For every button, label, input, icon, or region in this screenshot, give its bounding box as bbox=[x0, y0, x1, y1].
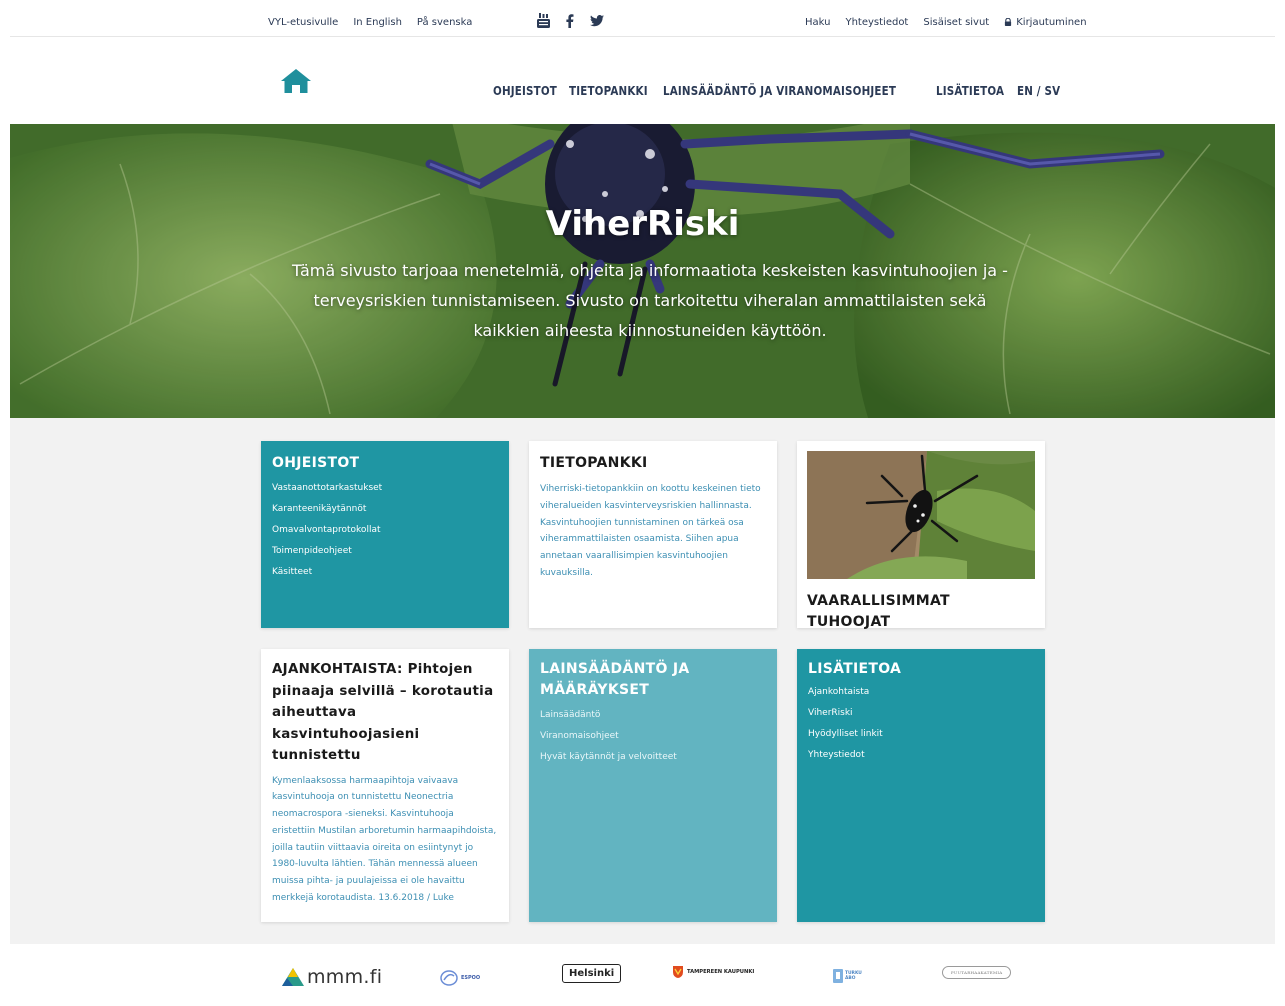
logo-espoo[interactable]: ESPOO bbox=[440, 970, 480, 986]
link-pa-svenska[interactable]: På svenska bbox=[417, 17, 472, 28]
lainsaadanto-link-list: Lainsäädäntö Viranomaisohjeet Hyvät käyt… bbox=[540, 705, 766, 768]
site-header: OHJEISTOT TIETOPANKKI LAINSÄÄDÄNTÖ JA VI… bbox=[10, 38, 1275, 124]
card-tietopankki[interactable]: TIETOPANKKI Viherriski-tietopankkiin on … bbox=[529, 441, 777, 628]
lisatietoa-link[interactable]: Yhteystiedot bbox=[808, 745, 1034, 766]
news-text: Kymenlaaksossa harmaapihtoja vaivaava ka… bbox=[272, 775, 497, 904]
card-ajankohtaista[interactable]: AJANKOHTAISTA: Pihtojen piinaaja selvill… bbox=[261, 649, 509, 922]
tampere-crest-icon bbox=[673, 966, 683, 978]
link-contact[interactable]: Yhteystiedot bbox=[845, 17, 908, 28]
home-icon[interactable] bbox=[278, 66, 314, 96]
logo-turku[interactable]: TURKU ÅBO bbox=[833, 969, 863, 983]
main-navigation: OHJEISTOT TIETOPANKKI LAINSÄÄDÄNTÖ JA VI… bbox=[493, 84, 1060, 98]
facebook-icon[interactable] bbox=[566, 13, 574, 32]
card-lisatietoa-title[interactable]: LISÄTIETOA bbox=[808, 659, 1034, 680]
login-link[interactable]: Kirjautuminen bbox=[1004, 17, 1087, 28]
card-ohjeistot-title[interactable]: OHJEISTOT bbox=[272, 453, 498, 474]
lisatietoa-link[interactable]: Hyödylliset linkit bbox=[808, 724, 1034, 745]
utility-links: Haku Yhteystiedot Sisäiset sivut Kirjaut… bbox=[805, 17, 1087, 28]
tietopankki-description: Viherriski-tietopankkiin on koottu keske… bbox=[540, 484, 761, 578]
card-tietopankki-title[interactable]: TIETOPANKKI bbox=[540, 453, 766, 474]
card-tuhoojat-title[interactable]: VAARALLISIMMAT TUHOOJAT bbox=[807, 591, 1035, 633]
ohjeistot-link-list: Vastaanottotarkastukset Karanteenikäytän… bbox=[272, 478, 498, 583]
ohjeistot-link[interactable]: Omavalvontaprotokollat bbox=[272, 520, 498, 541]
link-search[interactable]: Haku bbox=[805, 17, 830, 28]
youtube-icon[interactable] bbox=[537, 13, 550, 32]
helsinki-logo-text: Helsinki bbox=[562, 964, 622, 983]
nav-ohjeistot[interactable]: OHJEISTOT bbox=[493, 84, 557, 98]
logo-mmm[interactable]: mmm.fi bbox=[282, 966, 382, 988]
login-label: Kirjautuminen bbox=[1016, 17, 1087, 28]
social-links bbox=[537, 13, 604, 32]
turku-logo-text: TURKU ÅBO bbox=[845, 971, 862, 981]
tampere-logo-text: TAMPEREEN KAUPUNKI bbox=[687, 969, 755, 975]
ohjeistot-link[interactable]: Toimenpideohjeet bbox=[272, 541, 498, 562]
nav-lainsaadanto[interactable]: LAINSÄÄDÄNTÖ JA VIRANOMAISOHJEET bbox=[663, 84, 896, 98]
lainsaadanto-link[interactable]: Viranomaisohjeet bbox=[540, 726, 766, 747]
ohjeistot-link[interactable]: Karanteenikäytännöt bbox=[272, 499, 498, 520]
turku-crest-icon bbox=[833, 969, 843, 983]
mmm-logo-text: mmm.fi bbox=[307, 966, 383, 988]
nav-language-switch[interactable]: EN / SV bbox=[1017, 84, 1060, 98]
card-lainsaadanto: LAINSÄÄDÄNTÖ JA MÄÄRÄYKSET Lainsäädäntö … bbox=[529, 649, 777, 922]
news-title[interactable]: AJANKOHTAISTA: Pihtojen piinaaja selvill… bbox=[272, 659, 498, 767]
beetle-photo bbox=[807, 451, 1035, 579]
link-vyl-home[interactable]: VYL-etusivulle bbox=[268, 17, 338, 28]
logo-puutarhaakatemia[interactable]: PUUTARHAAKATEMIA bbox=[942, 966, 1012, 979]
language-links: VYL-etusivulle In English På svenska bbox=[268, 17, 472, 28]
mmm-triangle-icon bbox=[282, 968, 304, 986]
nav-lisatietoa[interactable]: LISÄTIETOA bbox=[936, 84, 1004, 98]
partner-logos-footer: mmm.fi ESPOO Helsinki TAMPEREEN KAUPUNKI… bbox=[10, 944, 1275, 1006]
lainsaadanto-link[interactable]: Hyvät käytännöt ja velvoitteet bbox=[540, 747, 766, 768]
puutarhaakatemia-logo-text: PUUTARHAAKATEMIA bbox=[942, 966, 1012, 979]
lock-icon bbox=[1005, 18, 1012, 26]
link-in-english[interactable]: In English bbox=[353, 17, 402, 28]
espoo-logo-text: ESPOO bbox=[461, 975, 481, 981]
twitter-icon[interactable] bbox=[590, 14, 604, 31]
card-lisatietoa: LISÄTIETOA Ajankohtaista ViherRiski Hyöd… bbox=[797, 649, 1045, 922]
lisatietoa-link[interactable]: Ajankohtaista bbox=[808, 682, 1034, 703]
content-area: OHJEISTOT Vastaanottotarkastukset Karant… bbox=[10, 418, 1275, 944]
card-tuhoojat[interactable]: VAARALLISIMMAT TUHOOJAT bbox=[797, 441, 1045, 630]
hero-banner: ViherRiski Tämä sivusto tarjoaa menetelm… bbox=[10, 124, 1275, 418]
logo-tampere[interactable]: TAMPEREEN KAUPUNKI bbox=[673, 966, 754, 978]
lainsaadanto-link[interactable]: Lainsäädäntö bbox=[540, 705, 766, 726]
lisatietoa-link[interactable]: ViherRiski bbox=[808, 703, 1034, 724]
lisatietoa-link-list: Ajankohtaista ViherRiski Hyödylliset lin… bbox=[808, 682, 1034, 766]
card-lainsaadanto-title[interactable]: LAINSÄÄDÄNTÖ JA MÄÄRÄYKSET bbox=[540, 659, 710, 701]
card-ohjeistot: OHJEISTOT Vastaanottotarkastukset Karant… bbox=[261, 441, 509, 628]
nav-tietopankki[interactable]: TIETOPANKKI bbox=[569, 84, 648, 98]
logo-helsinki[interactable]: Helsinki bbox=[562, 964, 622, 983]
top-utility-bar: VYL-etusivulle In English På svenska Hak… bbox=[10, 0, 1275, 37]
espoo-emblem-icon bbox=[440, 970, 458, 986]
hero-description: Tämä sivusto tarjoaa menetelmiä, ohjeita… bbox=[292, 261, 1008, 340]
ohjeistot-link[interactable]: Vastaanottotarkastukset bbox=[272, 478, 498, 499]
link-internal-pages[interactable]: Sisäiset sivut bbox=[923, 17, 989, 28]
ohjeistot-link[interactable]: Käsitteet bbox=[272, 562, 498, 583]
hero-title: ViherRiski bbox=[545, 204, 740, 244]
